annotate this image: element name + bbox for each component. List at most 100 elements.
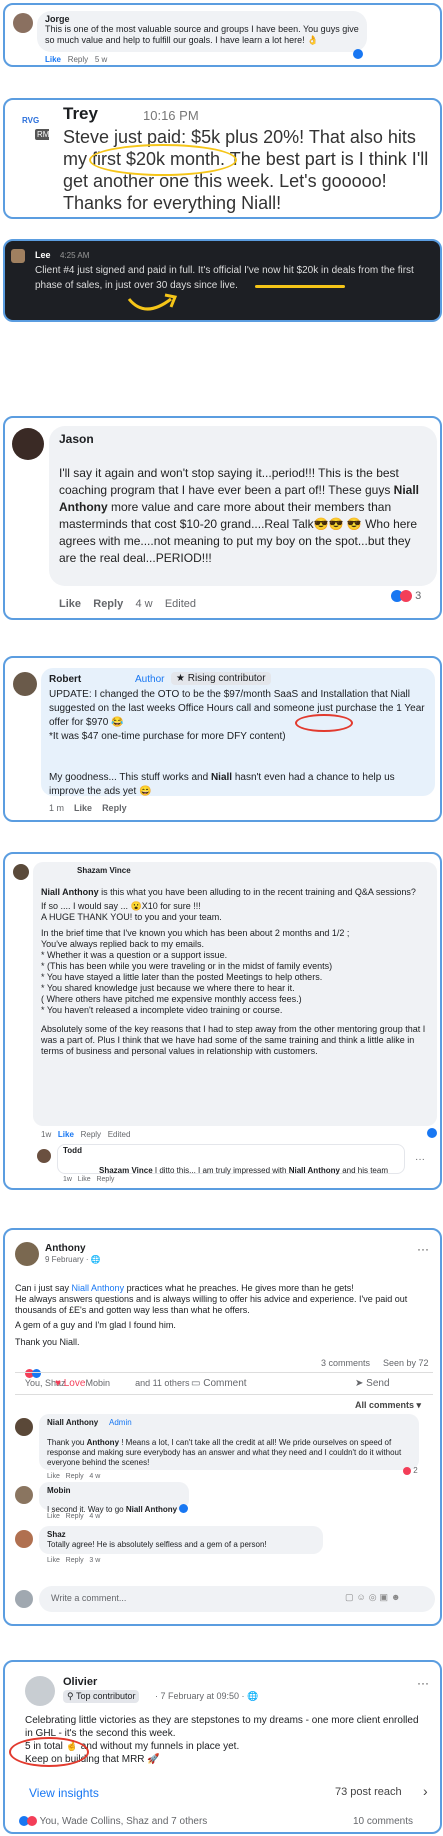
post-date: 9 February · 🌐 — [45, 1255, 101, 1264]
author-name[interactable]: Shazam Vince — [77, 866, 131, 875]
mention[interactable]: Anthony — [87, 1438, 119, 1447]
mention[interactable]: Niall Anthony — [289, 1166, 340, 1175]
timestamp: 1 m — [49, 803, 65, 813]
comment-text: I'll say it again and won't stop saying … — [59, 448, 431, 567]
love-button[interactable]: ♥ Love — [55, 1378, 85, 1389]
comment-actions[interactable]: Like Reply 4 w — [47, 1513, 100, 1520]
avatar[interactable] — [12, 428, 44, 460]
star-icon: ★ — [176, 673, 185, 684]
robert-comment-card: Robert Author ★ Rising contributor UPDAT… — [3, 656, 442, 822]
comment-button[interactable]: ▭ Comment — [191, 1378, 247, 1389]
author-name[interactable]: Jason — [59, 432, 94, 446]
anthony-post-card: Anthony 9 February · 🌐 ··· Can i just sa… — [3, 1228, 442, 1626]
view-insights-link[interactable]: View insights — [29, 1786, 99, 1800]
more-options-icon[interactable]: ··· — [417, 1676, 429, 1690]
like-link[interactable]: Like — [45, 55, 61, 64]
jorge-comment-card: Jorge This is one of the most valuable s… — [3, 3, 442, 67]
edited-label: Edited — [164, 598, 197, 610]
reply-link[interactable]: Reply — [102, 803, 127, 813]
mention-link[interactable]: Niall Anthony — [72, 1283, 125, 1293]
mention[interactable]: Shazam Vince — [99, 1166, 153, 1175]
comment-actions[interactable]: Like Reply 4 w — [47, 1473, 100, 1480]
trey-message-card: RVG RM Trey 10:16 PM Steve just paid: $5… — [3, 98, 442, 219]
reply-author-name[interactable]: Todd — [63, 1146, 82, 1155]
comment-text-2: If so .... I would say ... 😮X10 for sure… — [41, 901, 222, 922]
avatar[interactable] — [25, 1676, 55, 1706]
reply-avatar[interactable] — [37, 1149, 51, 1163]
like-link[interactable]: Like — [78, 1176, 91, 1183]
underline-mark — [255, 285, 345, 288]
commenter-avatar[interactable] — [15, 1530, 33, 1548]
sender-name: Lee — [35, 250, 51, 260]
author-name[interactable]: Jorge — [45, 14, 70, 24]
reply-link[interactable]: Reply — [81, 1130, 101, 1139]
like-reaction-icon[interactable] — [353, 49, 363, 59]
avatar[interactable] — [11, 249, 25, 263]
mention[interactable]: Niall Anthony — [126, 1505, 177, 1514]
reaction-summary[interactable]: 3 — [391, 590, 422, 603]
author-name[interactable]: Olivier — [63, 1676, 97, 1688]
badge-label: Top contributor — [75, 1691, 136, 1701]
author-name[interactable]: Anthony — [45, 1243, 86, 1254]
comment-text: This is one of the most valuable source … — [45, 24, 359, 45]
like-reaction-icon[interactable] — [427, 1128, 437, 1138]
mention[interactable]: Niall Anthony — [41, 887, 99, 897]
avatar[interactable] — [13, 864, 29, 880]
comment-text-4: Absolutely some of the key reasons that … — [41, 1024, 426, 1056]
arrow-icon — [127, 293, 178, 311]
reply-link[interactable]: Reply — [93, 598, 123, 610]
avatar[interactable] — [13, 672, 37, 696]
reaction-summary[interactable]: You, Wade Collins, Shaz and 7 others — [19, 1816, 207, 1827]
text-part: is this what you have been alluding to i… — [98, 887, 416, 897]
love-reaction-icon — [400, 590, 412, 603]
chevron-right-icon[interactable]: › — [423, 1783, 428, 1799]
divider — [15, 1372, 433, 1373]
reply-actions: 1w Like Reply — [63, 1176, 114, 1183]
send-button[interactable]: ➤ Send — [355, 1378, 390, 1389]
like-link[interactable]: Like — [59, 598, 81, 610]
highlight-circle — [9, 1737, 89, 1767]
olivier-post-card: Olivier ⚲ Top contributor · 7 February a… — [3, 1660, 442, 1834]
reactors-text: You, Shaz Mobin and 11 others — [24, 1378, 190, 1389]
mention[interactable]: Niall — [211, 772, 232, 783]
avatar[interactable] — [13, 13, 33, 33]
reaction-summary[interactable]: You, Shaz Mobin and 11 others — [15, 1358, 189, 1398]
seen-count[interactable]: Seen by 72 — [383, 1358, 429, 1368]
like-link[interactable]: Like — [74, 803, 92, 813]
like-reaction-icon[interactable] — [179, 1504, 188, 1513]
more-options-icon[interactable]: ··· — [417, 1242, 429, 1256]
commenter-name[interactable]: Mobin — [47, 1486, 71, 1495]
badge-label: Rising contributor — [187, 673, 266, 684]
author-name[interactable]: Robert — [49, 674, 81, 685]
comment-text: UPDATE: I changed the OTO to be the $97/… — [49, 689, 425, 742]
text-part: and his team — [339, 1166, 388, 1175]
comment-actions: 1w Like Reply Edited — [41, 1130, 130, 1139]
company-logo-icon: RVG RM — [19, 116, 49, 146]
comment-count[interactable]: 10 comments — [353, 1816, 413, 1827]
reply-link[interactable]: Reply — [96, 1176, 114, 1183]
top-contributor-badge: ⚲ Top contributor — [63, 1690, 140, 1703]
reply-link[interactable]: Reply — [68, 55, 88, 64]
comment-actions: Like Reply 5 w — [45, 55, 107, 64]
comment-input-placeholder: Write a comment... — [51, 1593, 127, 1603]
reaction-count: 3 — [415, 590, 422, 602]
timestamp: 4 w — [135, 598, 153, 610]
text-part: Can i just say — [15, 1283, 72, 1293]
comment-reactions[interactable]: 2 — [403, 1466, 418, 1475]
avatar[interactable] — [15, 1242, 39, 1266]
like-link[interactable]: Like — [58, 1130, 74, 1139]
text-part: I'll say it again and won't stop saying … — [59, 466, 399, 497]
commenter-avatar[interactable] — [15, 1486, 33, 1504]
emoji-toolbar-icons[interactable]: ▢☺◎▣☻ — [345, 1592, 404, 1603]
edited-label: Edited — [107, 1130, 131, 1139]
post-reach[interactable]: 73 post reach — [335, 1786, 402, 1798]
reactors-text: You, Wade Collins, Shaz and 7 others — [39, 1816, 208, 1827]
more-options-icon[interactable]: ··· — [415, 1154, 425, 1165]
commenter-avatar[interactable] — [15, 1418, 33, 1436]
commenter-name[interactable]: Niall Anthony — [47, 1418, 98, 1427]
commenter-name[interactable]: Shaz — [47, 1530, 66, 1539]
comment-count[interactable]: 3 comments — [321, 1358, 370, 1368]
comment-actions[interactable]: Like Reply 3 w — [47, 1557, 100, 1564]
all-comments-filter[interactable]: All comments ▾ — [355, 1400, 421, 1411]
logo-text-top: RVG — [22, 116, 40, 125]
